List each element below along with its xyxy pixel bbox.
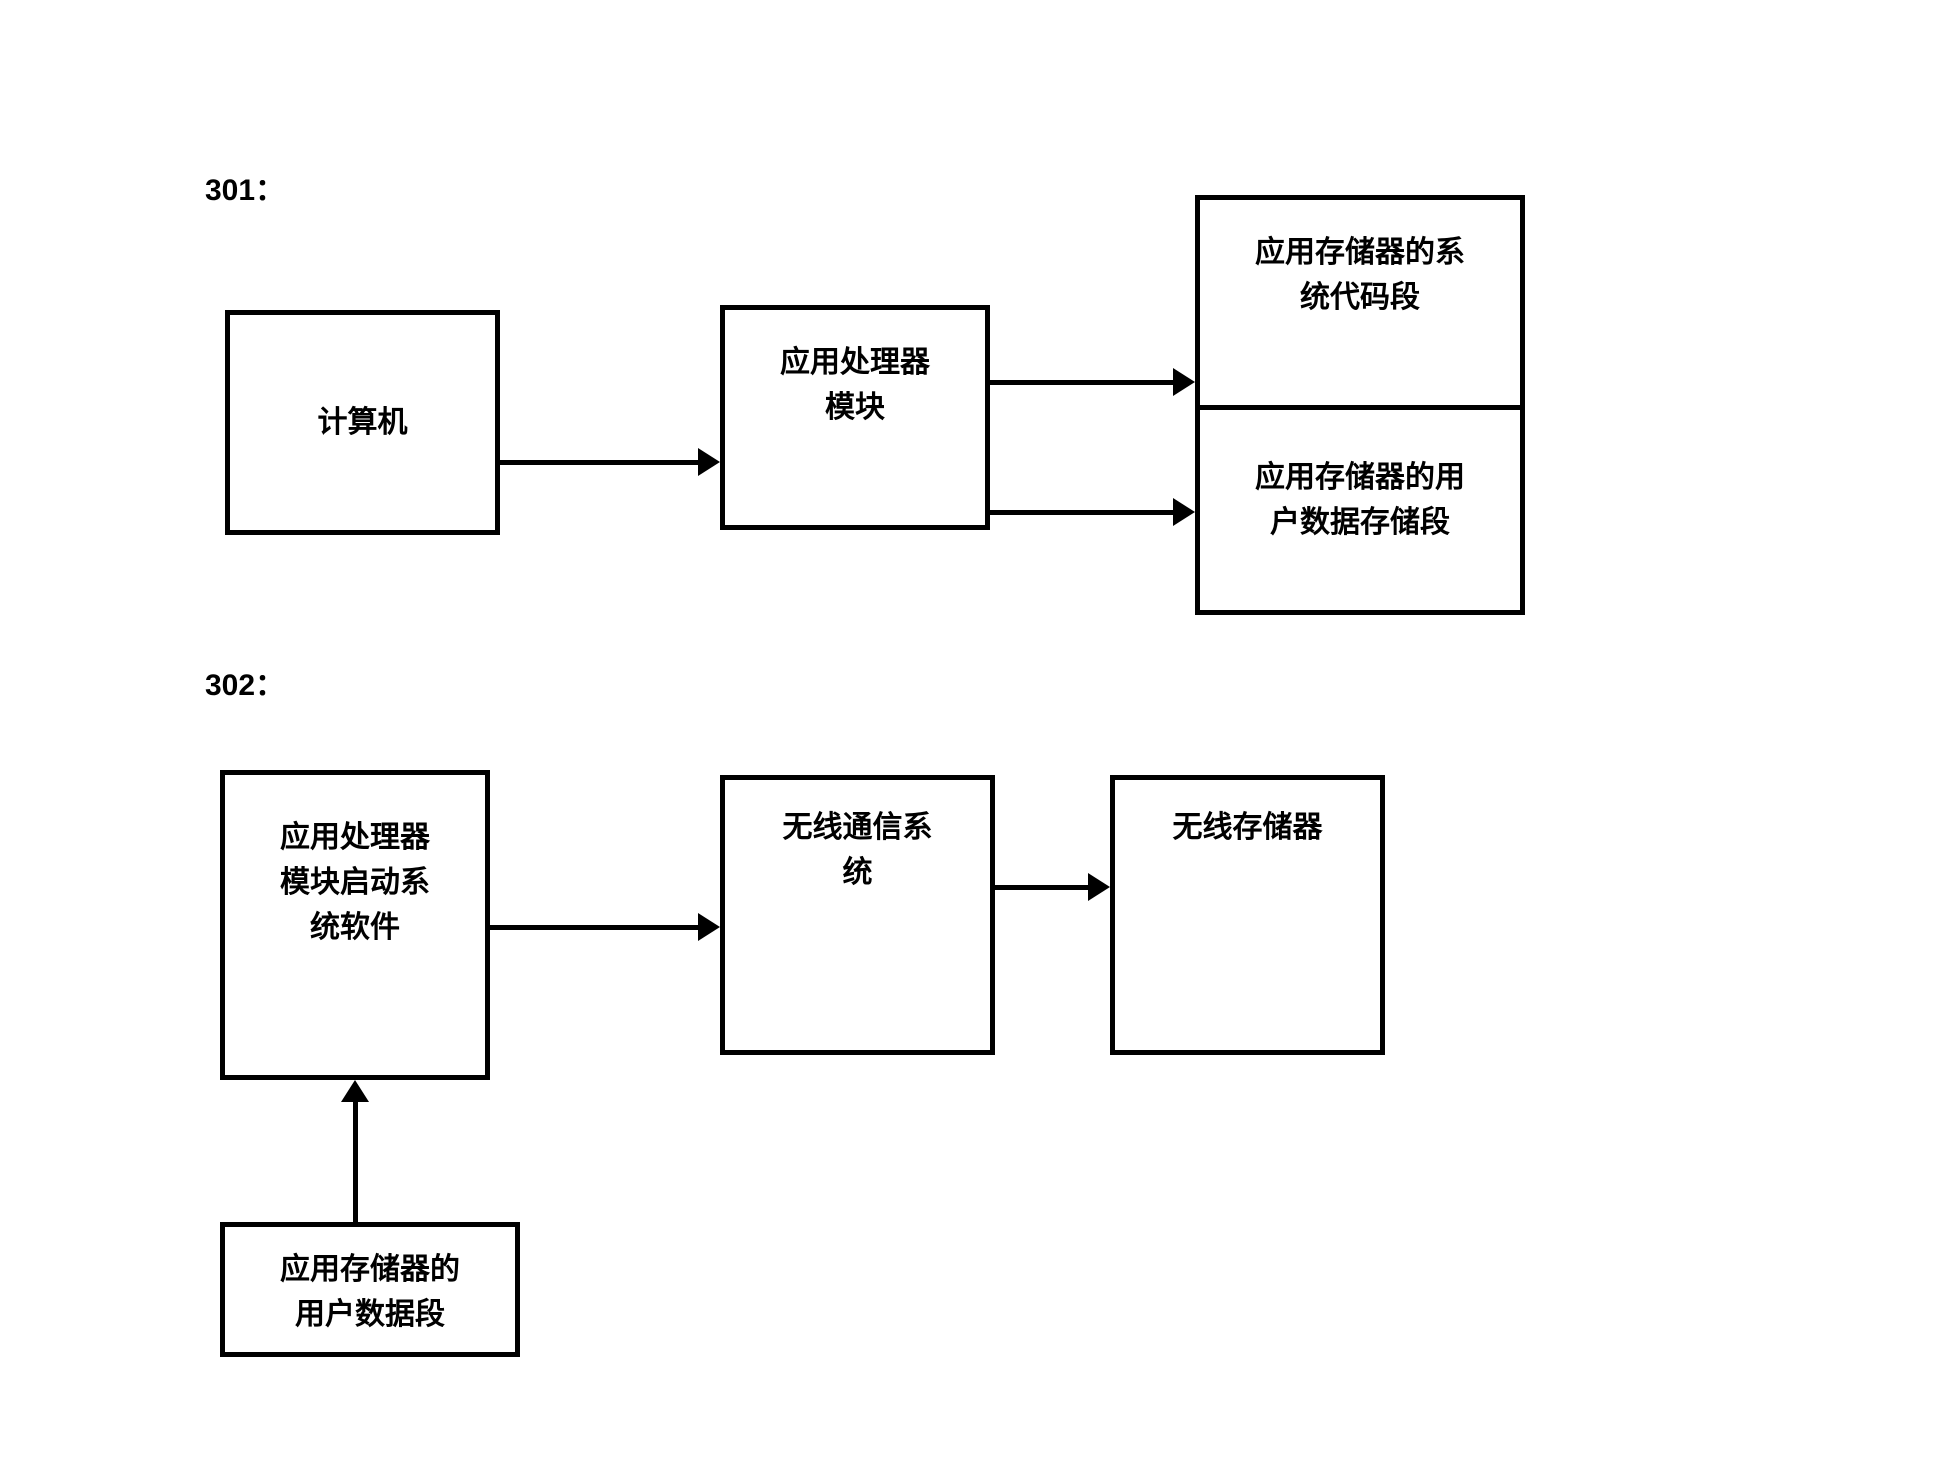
arrow-processor-to-userdata <box>990 510 1173 515</box>
box-app-processor-boot: 应用处理器 模块启动系 统软件 <box>220 770 490 1080</box>
box-wireless-comm: 无线通信系 统 <box>720 775 995 1055</box>
box-app-mem-sys-code: 应用存储器的系 统代码段 <box>1195 195 1525 410</box>
arrow-head-userseg-to-boot <box>341 1080 369 1102</box>
arrow-head-processor-to-syscode <box>1173 368 1195 396</box>
box-app-mem-sys-code-text: 应用存储器的系 统代码段 <box>1255 230 1465 320</box>
box-app-mem-user-data: 应用存储器的用 户数据存储段 <box>1195 405 1525 615</box>
box-computer: 计算机 <box>225 310 500 535</box>
box-computer-text: 计算机 <box>318 400 408 445</box>
box-wireless-comm-text: 无线通信系 统 <box>783 805 933 895</box>
arrow-head-wireless-to-storage <box>1088 873 1110 901</box>
arrow-boot-to-wireless <box>490 925 698 930</box>
step-label-301: 301： <box>205 165 285 209</box>
arrow-processor-to-syscode <box>990 380 1173 385</box>
arrow-computer-to-processor <box>500 460 698 465</box>
box-app-processor-module: 应用处理器 模块 <box>720 305 990 530</box>
arrow-userseg-to-boot <box>353 1102 358 1222</box>
box-wireless-storage: 无线存储器 <box>1110 775 1385 1055</box>
box-app-mem-user-seg-text: 应用存储器的 用户数据段 <box>280 1247 460 1337</box>
box-app-mem-user-seg: 应用存储器的 用户数据段 <box>220 1222 520 1357</box>
arrow-head-computer-to-processor <box>698 448 720 476</box>
arrow-head-processor-to-userdata <box>1173 498 1195 526</box>
box-app-mem-user-data-text: 应用存储器的用 户数据存储段 <box>1255 455 1465 545</box>
box-app-processor-module-text: 应用处理器 模块 <box>780 340 930 430</box>
box-app-processor-boot-text: 应用处理器 模块启动系 统软件 <box>280 815 430 950</box>
step-label-302: 302： <box>205 660 285 704</box>
box-wireless-storage-text: 无线存储器 <box>1173 805 1323 850</box>
arrow-head-boot-to-wireless <box>698 913 720 941</box>
arrow-wireless-to-storage <box>995 885 1088 890</box>
